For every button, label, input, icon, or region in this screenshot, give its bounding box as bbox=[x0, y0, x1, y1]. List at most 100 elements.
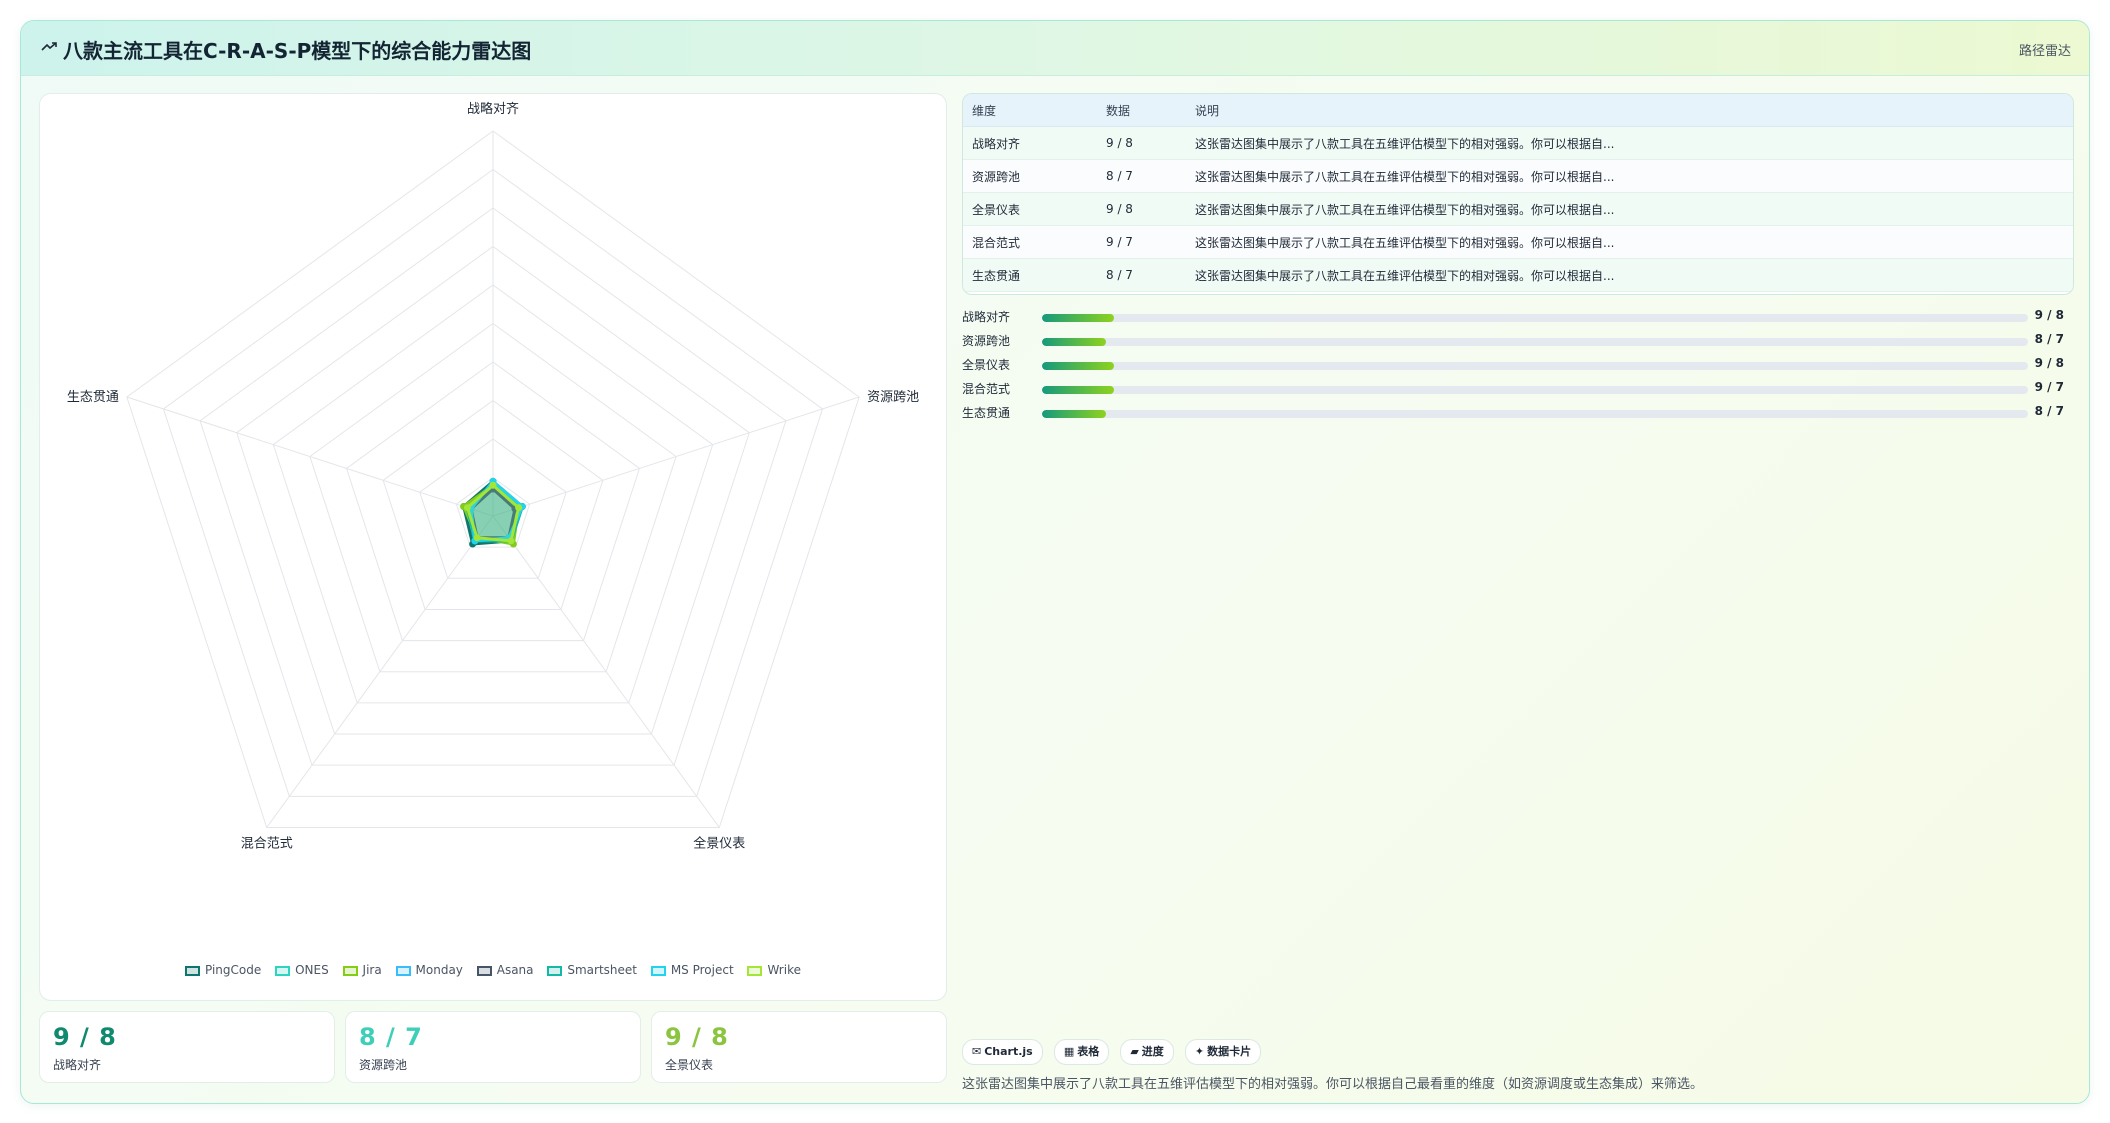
legend-item-jira[interactable]: Jira bbox=[342, 963, 382, 977]
page-header: 八款主流工具在C-R-A-S-P模型下的综合能力雷达图 路径雷达 bbox=[21, 21, 2089, 76]
grid-spoke bbox=[492, 396, 860, 517]
progress-value: 8 / 7 bbox=[2034, 404, 2064, 418]
progress-row: 全景仪表 9 / 8 bbox=[962, 352, 2072, 376]
chip-label: Chart.js bbox=[984, 1045, 1033, 1058]
legend-swatch bbox=[547, 966, 563, 976]
progress-row: 生态贯通 8 / 7 bbox=[962, 400, 2072, 424]
axis-label: 资源跨池 bbox=[867, 390, 919, 405]
cell-data: 8 / 7 bbox=[1097, 159, 1186, 193]
cell-description: 这张雷达图集中展示了八款工具在五维评估模型下的相对强弱。你可以根据自... bbox=[1186, 192, 2073, 226]
data-point bbox=[515, 504, 523, 512]
legend-item-ms-project[interactable]: MS Project bbox=[650, 963, 734, 977]
radar-chart: 战略对齐资源跨池全景仪表 混合范式 生态贯通 bbox=[67, 101, 919, 851]
stat-card-resource: 8 / 7 资源跨池 bbox=[345, 1011, 641, 1083]
footer-note: 这张雷达图集中展示了八款工具在五维评估模型下的相对强弱。你可以根据自己最看重的维… bbox=[962, 1077, 1704, 1092]
progress-value: 9 / 8 bbox=[2034, 356, 2064, 370]
legend-swatch bbox=[747, 966, 763, 976]
legend-item-monday[interactable]: Monday bbox=[395, 963, 463, 977]
axis-label: 生态贯通 bbox=[67, 390, 119, 405]
progress-label: 全景仪表 bbox=[962, 358, 1011, 372]
progress-label: 混合范式 bbox=[962, 382, 1011, 396]
dimension-table: 维度 数据 说明 战略对齐 9 / 8 这张雷达图集中展示了八款工具在五维评估模… bbox=[963, 94, 2073, 292]
table-row[interactable]: 生态贯通 8 / 7 这张雷达图集中展示了八款工具在五维评估模型下的相对强弱。你… bbox=[963, 258, 2073, 292]
legend-swatch bbox=[185, 966, 200, 976]
data-point bbox=[463, 504, 471, 512]
legend-swatch bbox=[342, 966, 358, 976]
table-icon: ▦ bbox=[1063, 1045, 1075, 1058]
table-header-row: 维度 数据 说明 bbox=[963, 94, 2073, 127]
path-radar-link[interactable]: 路径雷达 bbox=[2019, 40, 2071, 59]
trend-line-icon bbox=[41, 42, 57, 51]
progress-value: 9 / 7 bbox=[2034, 380, 2064, 394]
view-chips: ✉ Chart.js ▦ 表格 ▰ 进度 ✦ 数据卡片 bbox=[962, 1039, 1267, 1065]
stat-label: 资源跨池 bbox=[359, 1058, 408, 1072]
cell-dimension: 战略对齐 bbox=[963, 126, 1097, 160]
legend-item-pingcode[interactable]: PingCode bbox=[185, 963, 261, 977]
progress-label: 生态贯通 bbox=[962, 406, 1011, 420]
stat-card-dashboard: 9 / 8 全景仪表 bbox=[651, 1011, 947, 1083]
axis-label: 战略对齐 bbox=[467, 101, 519, 117]
chip-label: 表格 bbox=[1077, 1045, 1100, 1058]
cell-dimension: 资源跨池 bbox=[963, 159, 1097, 193]
stat-value: 9 / 8 bbox=[665, 1023, 729, 1051]
chip-progress[interactable]: ▰ 进度 bbox=[1120, 1039, 1174, 1065]
legend-swatch bbox=[650, 966, 666, 976]
legend-label: Asana bbox=[496, 963, 534, 977]
progress-row: 资源跨池 8 / 7 bbox=[962, 328, 2072, 352]
stat-label: 战略对齐 bbox=[53, 1058, 102, 1072]
cell-data: 9 / 8 bbox=[1097, 192, 1186, 226]
progress-row: 战略对齐 9 / 8 bbox=[962, 304, 2072, 328]
stat-card-strategy: 9 / 8 战略对齐 bbox=[39, 1011, 335, 1083]
cell-data: 8 / 7 bbox=[1097, 258, 1186, 292]
cell-dimension: 混合范式 bbox=[963, 225, 1097, 259]
series-area-wrike bbox=[465, 483, 521, 543]
legend-label: Wrike bbox=[767, 963, 801, 977]
progress-icon: ▰ bbox=[1130, 1045, 1139, 1058]
progress-value: 9 / 8 bbox=[2034, 308, 2064, 322]
sparkle-icon: ✦ bbox=[1194, 1045, 1205, 1058]
progress-label: 资源跨池 bbox=[962, 334, 1011, 348]
page-title: 八款主流工具在C-R-A-S-P模型下的综合能力雷达图 bbox=[63, 39, 532, 63]
progress-fill bbox=[1042, 314, 1114, 322]
chip-data-card[interactable]: ✦ 数据卡片 bbox=[1184, 1039, 1262, 1065]
progress-fill bbox=[1042, 410, 1107, 418]
grid-spoke bbox=[126, 396, 494, 517]
radar-chart-card: 战略对齐 资源跨池 全景仪表 混合范式 生态贯通 PingCode ONES Jira … bbox=[39, 93, 947, 1001]
table-row[interactable]: 资源跨池 8 / 7 这张雷达图集中展示了八款工具在五维评估模型下的相对强弱。你… bbox=[963, 159, 2073, 193]
cell-data: 9 / 8 bbox=[1097, 126, 1186, 160]
envelope-icon: ✉ bbox=[972, 1045, 982, 1058]
legend-swatch bbox=[476, 966, 492, 976]
data-point bbox=[507, 537, 515, 545]
column-header-dimension: 维度 bbox=[963, 94, 1097, 127]
legend-label: ONES bbox=[295, 963, 329, 977]
legend-item-smartsheet[interactable]: Smartsheet bbox=[547, 963, 637, 977]
cell-data: 9 / 7 bbox=[1097, 225, 1186, 259]
table-row[interactable]: 全景仪表 9 / 8 这张雷达图集中展示了八款工具在五维评估模型下的相对强弱。你… bbox=[963, 192, 2073, 226]
chip-chartjs[interactable]: ✉ Chart.js bbox=[962, 1039, 1043, 1065]
stat-value: 9 / 8 bbox=[53, 1023, 117, 1051]
dashboard-page: 八款主流工具在C-R-A-S-P模型下的综合能力雷达图 路径雷达 战略对齐 资源跨… bbox=[20, 20, 2090, 1104]
progress-track bbox=[1042, 410, 2028, 418]
legend-label: Smartsheet bbox=[567, 963, 637, 977]
cell-description: 这张雷达图集中展示了八款工具在五维评估模型下的相对强弱。你可以根据自... bbox=[1186, 225, 2073, 259]
table-row[interactable]: 战略对齐 9 / 8 这张雷达图集中展示了八款工具在五维评估模型下的相对强弱。你… bbox=[963, 126, 2073, 160]
progress-fill bbox=[1042, 362, 1114, 370]
cell-dimension: 生态贯通 bbox=[963, 258, 1097, 292]
legend-item-asana[interactable]: Asana bbox=[476, 963, 534, 977]
legend-item-ones[interactable]: ONES bbox=[275, 963, 329, 977]
legend-label: PingCode bbox=[205, 963, 262, 977]
legend-swatch bbox=[275, 966, 291, 976]
progress-fill bbox=[1042, 338, 1107, 346]
legend-item-wrike[interactable]: Wrike bbox=[747, 963, 801, 977]
cell-description: 这张雷达图集中展示了八款工具在五维评估模型下的相对强弱。你可以根据自... bbox=[1186, 126, 2073, 160]
legend-swatch bbox=[395, 966, 411, 976]
table-row[interactable]: 混合范式 9 / 7 这张雷达图集中展示了八款工具在五维评估模型下的相对强弱。你… bbox=[963, 225, 2073, 259]
chart-legend: PingCode ONES Jira Monday Asana Smartshe… bbox=[40, 963, 946, 977]
column-header-description: 说明 bbox=[1186, 94, 2073, 127]
progress-value: 8 / 7 bbox=[2034, 332, 2064, 346]
dimension-table-card: 维度 数据 说明 战略对齐 9 / 8 这张雷达图集中展示了八款工具在五维评估模… bbox=[962, 93, 2074, 295]
legend-label: MS Project bbox=[670, 963, 734, 977]
axis-label: 全景仪表 bbox=[693, 835, 745, 851]
chip-label: 进度 bbox=[1141, 1045, 1164, 1058]
chip-table[interactable]: ▦ 表格 bbox=[1053, 1039, 1110, 1065]
